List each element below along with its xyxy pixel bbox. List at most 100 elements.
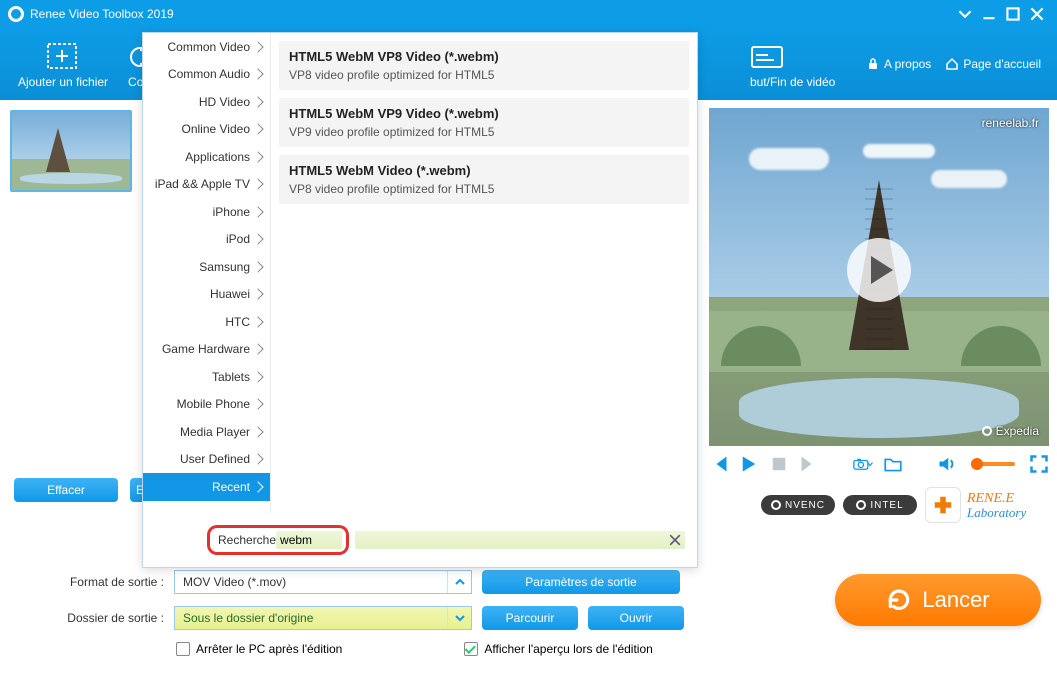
stop-button[interactable] <box>769 454 789 474</box>
preview-checkbox[interactable] <box>464 642 478 656</box>
watermark-text: reneelab.fr <box>982 116 1039 130</box>
format-category-label: iPhone <box>213 205 250 219</box>
clip-thumbnail[interactable] <box>10 110 132 192</box>
folder-label: Dossier de sortie : <box>14 611 164 625</box>
format-category-label: Game Hardware <box>162 342 250 356</box>
format-category-item[interactable]: Recent <box>143 473 270 501</box>
play-button[interactable] <box>739 454 759 474</box>
format-category-item[interactable]: User Defined <box>143 446 270 474</box>
shutdown-label: Arrêter le PC après l'édition <box>196 642 342 656</box>
format-category-item[interactable]: iPod <box>143 226 270 254</box>
minimize-button[interactable] <box>977 4 1001 24</box>
search-field-extension[interactable] <box>355 531 685 549</box>
search-label: Recherche <box>207 525 276 555</box>
lock-icon <box>866 57 880 71</box>
format-category-label: Recent <box>212 480 250 494</box>
open-folder-button[interactable] <box>883 454 903 474</box>
format-result-subtitle: VP9 video profile optimized for HTML5 <box>289 125 679 139</box>
browse-button[interactable]: Parcourir <box>482 606 578 630</box>
format-result-item[interactable]: HTML5 WebM Video (*.webm)VP8 video profi… <box>279 155 689 204</box>
video-preview[interactable]: reneelab.fr Expedia <box>709 108 1049 446</box>
nvenc-badge: NVENC <box>761 495 835 515</box>
format-category-item[interactable]: Online Video <box>143 116 270 144</box>
snapshot-button[interactable] <box>853 454 873 474</box>
output-params-button[interactable]: Paramètres de sortie <box>482 570 680 594</box>
format-category-label: HTC <box>225 315 250 329</box>
chevron-right-icon <box>252 289 263 300</box>
folder-combo-arrow[interactable] <box>447 607 471 629</box>
subtitle-icon <box>750 39 784 75</box>
chevron-right-icon <box>252 179 263 190</box>
format-category-item[interactable]: Game Hardware <box>143 336 270 364</box>
about-link[interactable]: A propos <box>866 57 931 71</box>
shutdown-checkbox[interactable] <box>176 642 190 656</box>
open-button[interactable]: Ouvrir <box>588 606 684 630</box>
format-result-subtitle: VP8 video profile optimized for HTML5 <box>289 68 679 82</box>
add-file-button[interactable]: Ajouter un fichier <box>0 28 126 100</box>
search-input[interactable] <box>276 531 342 549</box>
launch-label: Lancer <box>922 587 989 613</box>
next-button[interactable] <box>799 454 819 474</box>
chevron-right-icon <box>252 426 263 437</box>
close-button[interactable] <box>1025 4 1049 24</box>
format-category-item[interactable]: iPad && Apple TV <box>143 171 270 199</box>
format-result-item[interactable]: HTML5 WebM VP9 Video (*.webm) VP9 video p… <box>279 98 689 147</box>
format-category-item[interactable]: Samsung <box>143 253 270 281</box>
chevron-right-icon <box>252 69 263 80</box>
format-category-item[interactable]: Huawei <box>143 281 270 309</box>
format-category-label: Huawei <box>210 287 250 301</box>
toolbar-item-end-label: but/Fin de vidéo <box>750 75 835 89</box>
format-category-item[interactable]: Mobile Phone <box>143 391 270 419</box>
chevron-right-icon <box>252 454 263 465</box>
preview-label: Afficher l'aperçu lors de l'édition <box>484 642 652 656</box>
home-link[interactable]: Page d'accueil <box>945 57 1041 71</box>
format-category-item[interactable]: HD Video <box>143 88 270 116</box>
format-category-item[interactable]: Tablets <box>143 363 270 391</box>
format-combo[interactable]: MOV Video (*.mov) <box>174 570 472 594</box>
maximize-button[interactable] <box>1001 4 1025 24</box>
folder-combo[interactable]: Sous le dossier d'origine <box>174 606 472 630</box>
chevron-right-icon <box>252 151 263 162</box>
format-category-label: Common Audio <box>168 67 250 81</box>
format-category-label: Samsung <box>199 260 250 274</box>
chevron-right-icon <box>252 344 263 355</box>
format-category-item[interactable]: Common Video <box>143 33 270 61</box>
chevron-right-icon <box>252 96 263 107</box>
volume-slider[interactable] <box>971 462 1015 466</box>
format-category-item[interactable]: iPhone <box>143 198 270 226</box>
toolbar-item-end[interactable]: but/Fin de vidéo <box>750 28 866 100</box>
chevron-right-icon <box>252 316 263 327</box>
dropdown-icon[interactable] <box>953 4 977 24</box>
format-result-title: HTML5 WebM VP8 Video (*.webm) <box>289 49 679 64</box>
format-result-title: HTML5 WebM VP9 Video (*.webm) <box>289 106 679 121</box>
format-popup: Common Video Common Audio HD VideoOnline V… <box>142 32 698 568</box>
format-category-item[interactable]: Common Audio <box>143 61 270 89</box>
format-result-item[interactable]: HTML5 WebM VP8 Video (*.webm) VP8 video p… <box>279 41 689 90</box>
format-category-label: Tablets <box>212 370 250 384</box>
volume-button[interactable] <box>937 454 957 474</box>
format-combo-arrow[interactable] <box>447 571 471 593</box>
fullscreen-button[interactable] <box>1029 454 1049 474</box>
title-bar: Renee Video Toolbox 2019 <box>0 0 1057 28</box>
format-category-list: Common Video Common Audio HD VideoOnline V… <box>143 33 271 513</box>
home-icon <box>945 57 959 71</box>
format-category-item[interactable]: Applications <box>143 143 270 171</box>
chevron-right-icon <box>252 481 263 492</box>
refresh-icon <box>886 587 912 613</box>
chevron-right-icon <box>252 41 263 52</box>
format-category-label: iPod <box>226 232 250 246</box>
clear-search-icon[interactable] <box>669 534 681 546</box>
format-category-label: User Defined <box>180 452 250 466</box>
launch-button[interactable]: Lancer <box>835 574 1041 626</box>
expedia-watermark: Expedia <box>982 424 1039 438</box>
about-label: A propos <box>884 57 931 71</box>
chevron-right-icon <box>252 371 263 382</box>
add-file-label: Ajouter un fichier <box>18 75 108 89</box>
prev-button[interactable] <box>709 454 729 474</box>
format-category-label: Applications <box>185 150 250 164</box>
app-logo-icon <box>8 6 24 22</box>
format-category-item[interactable]: HTC <box>143 308 270 336</box>
play-overlay-icon[interactable] <box>847 238 911 302</box>
clear-button[interactable]: Effacer <box>14 478 118 502</box>
format-category-item[interactable]: Media Player <box>143 418 270 446</box>
